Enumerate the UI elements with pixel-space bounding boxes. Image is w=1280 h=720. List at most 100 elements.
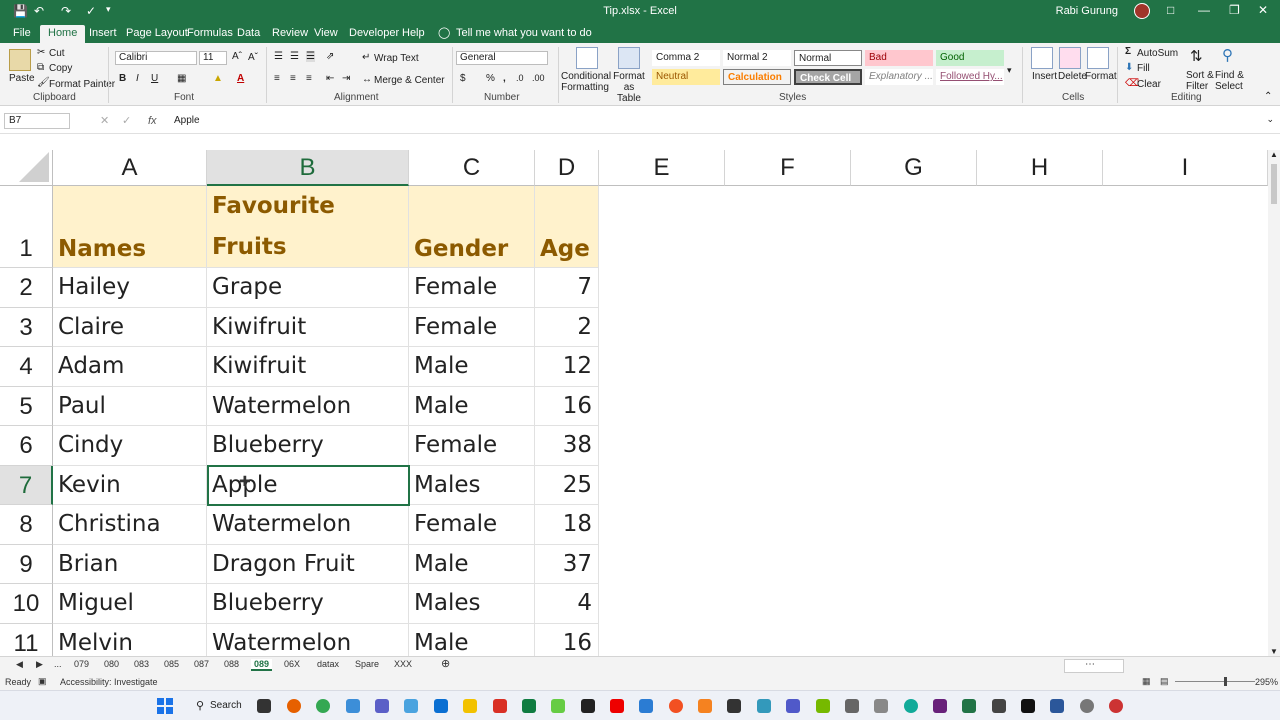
align-center-icon[interactable]: ≡ xyxy=(290,73,296,84)
cell-d2[interactable]: 7 xyxy=(535,268,599,308)
cell-c4[interactable]: Male xyxy=(409,347,535,387)
cell-d4[interactable]: 12 xyxy=(535,347,599,387)
number-format-combo[interactable]: General xyxy=(456,51,548,65)
paste-icon[interactable] xyxy=(9,49,31,71)
expand-formula-bar-icon[interactable]: ⌄ xyxy=(1266,114,1274,125)
sheet-tab-083[interactable]: 083 xyxy=(134,659,149,669)
cell-b9[interactable]: Dragon Fruit xyxy=(207,544,409,584)
notepad-icon[interactable] xyxy=(551,699,565,713)
tell-me-search[interactable]: Tell me what you want to do xyxy=(456,27,592,39)
calendar-icon[interactable] xyxy=(375,699,389,713)
tab-help[interactable]: Help xyxy=(402,27,425,39)
column-header-h[interactable]: H xyxy=(977,150,1103,186)
cell-c5[interactable]: Male xyxy=(409,386,535,426)
html-icon[interactable] xyxy=(698,699,712,713)
sheet-tab-079[interactable]: 079 xyxy=(74,659,89,669)
scroll-thumb[interactable] xyxy=(1271,164,1277,204)
cell-d6[interactable]: 38 xyxy=(535,426,599,466)
cell-d8[interactable]: 18 xyxy=(535,505,599,545)
filezilla-icon[interactable] xyxy=(493,699,507,713)
teams-icon[interactable] xyxy=(786,699,800,713)
windows-start-icon[interactable] xyxy=(157,698,173,714)
cell-a4[interactable]: Adam xyxy=(53,347,207,387)
column-header-g[interactable]: G xyxy=(851,150,977,186)
cell-b6[interactable]: Blueberry xyxy=(207,426,409,466)
cell-c7[interactable]: Males xyxy=(409,465,535,505)
wrap-text-button[interactable]: Wrap Text xyxy=(374,53,419,64)
merge-center-button[interactable]: Merge & Center xyxy=(374,75,445,86)
style-followed-hyperlink[interactable]: Followed Hy... xyxy=(936,69,1004,85)
row-header-11[interactable]: 11 xyxy=(0,623,53,656)
visual-studio-icon[interactable] xyxy=(639,699,653,713)
obs-icon[interactable] xyxy=(581,699,595,713)
insert-function-icon[interactable]: fx xyxy=(148,115,157,127)
sheet-tab-06x[interactable]: 06X xyxy=(284,659,300,669)
conditional-formatting-button[interactable]: Conditional Formatting xyxy=(561,71,611,93)
tab-page-layout[interactable]: Page Layout xyxy=(126,27,188,39)
cell-d11[interactable]: 16 xyxy=(535,623,599,656)
orientation-icon[interactable]: ⇗ xyxy=(326,51,334,62)
sheet-tab-089[interactable]: 089 xyxy=(251,659,273,671)
underline-icon[interactable]: U xyxy=(151,73,158,84)
align-right-icon[interactable]: ≡ xyxy=(306,73,312,84)
vertical-scrollbar[interactable]: ▲ ▼ xyxy=(1268,150,1280,656)
conditional-formatting-icon[interactable] xyxy=(576,47,598,69)
chrome-profile-icon[interactable] xyxy=(904,699,918,713)
format-cells-icon[interactable] xyxy=(1087,47,1109,69)
cell-b10[interactable]: Blueberry xyxy=(207,584,409,624)
styles-more-icon[interactable]: ▾ xyxy=(1007,65,1012,76)
macro-record-icon[interactable]: ▣ xyxy=(38,676,47,687)
tab-view[interactable]: View xyxy=(314,27,338,39)
find-magnifier-icon[interactable]: ⚲ xyxy=(1222,46,1233,64)
cell-c10[interactable]: Males xyxy=(409,584,535,624)
select-all-corner[interactable] xyxy=(0,150,53,186)
prev-sheet-icon[interactable]: ◀ xyxy=(16,659,23,670)
task-view-icon[interactable] xyxy=(257,699,271,713)
style-comma-2[interactable]: Comma 2 xyxy=(652,50,720,66)
grow-font-icon[interactable]: Aˆ xyxy=(232,51,242,62)
sheet-tab-085[interactable]: 085 xyxy=(164,659,179,669)
style-normal[interactable]: Normal xyxy=(794,50,862,66)
font-name-combo[interactable]: Calibri xyxy=(115,51,197,65)
firefox-icon[interactable] xyxy=(287,699,301,713)
cell-d9[interactable]: 37 xyxy=(535,544,599,584)
gear-icon[interactable] xyxy=(1080,699,1094,713)
cell-c6[interactable]: Female xyxy=(409,426,535,466)
sort-filter-button[interactable]: Sort & Filter xyxy=(1186,70,1216,92)
comma-icon[interactable]: , xyxy=(503,73,506,84)
sheet-tab-087[interactable]: 087 xyxy=(194,659,209,669)
zoom-level[interactable]: 295% xyxy=(1255,677,1278,687)
bottom-align-icon[interactable]: ☰ xyxy=(306,51,315,62)
cell-a2[interactable]: Hailey xyxy=(53,268,207,308)
style-check-cell[interactable]: Check Cell xyxy=(794,69,862,85)
percent-icon[interactable]: % xyxy=(486,73,495,84)
cell-a5[interactable]: Paul xyxy=(53,386,207,426)
cancel-edit-icon[interactable]: ✕ xyxy=(100,114,109,127)
camera-icon[interactable] xyxy=(1021,699,1035,713)
cell-a11[interactable]: Melvin xyxy=(53,623,207,656)
cell-d7[interactable]: 25 xyxy=(535,465,599,505)
row-header-3[interactable]: 3 xyxy=(0,307,53,347)
active-cell-selection[interactable]: ✚ xyxy=(207,465,410,506)
app-icon[interactable] xyxy=(992,699,1006,713)
collapse-ribbon-icon[interactable]: ⌃ xyxy=(1264,91,1272,102)
scroll-up-icon[interactable]: ▲ xyxy=(1270,150,1278,159)
zoom-slider-thumb[interactable] xyxy=(1224,677,1227,686)
format-as-table-button[interactable]: Format as Table xyxy=(611,71,647,104)
column-header-d[interactable]: D xyxy=(535,150,599,186)
currency-icon[interactable]: $ xyxy=(460,73,466,84)
minimize-icon[interactable]: — xyxy=(1198,3,1210,17)
row-header-9[interactable]: 9 xyxy=(0,544,53,584)
row-header-4[interactable]: 4 xyxy=(0,347,53,387)
accessibility-status[interactable]: Accessibility: Investigate xyxy=(60,677,158,687)
tab-file[interactable]: File xyxy=(13,27,31,39)
youtube-icon[interactable] xyxy=(610,699,624,713)
terminal-icon[interactable] xyxy=(727,699,741,713)
cell-c1[interactable]: Gender xyxy=(409,186,535,268)
vscode-icon[interactable] xyxy=(434,699,448,713)
increase-indent-icon[interactable]: ⇥ xyxy=(342,73,350,84)
paint-icon[interactable] xyxy=(669,699,683,713)
style-normal-2[interactable]: Normal 2 xyxy=(723,50,791,66)
fill-color-icon[interactable]: ▲ xyxy=(213,73,223,84)
page-layout-view-icon[interactable]: ▤ xyxy=(1160,676,1169,687)
